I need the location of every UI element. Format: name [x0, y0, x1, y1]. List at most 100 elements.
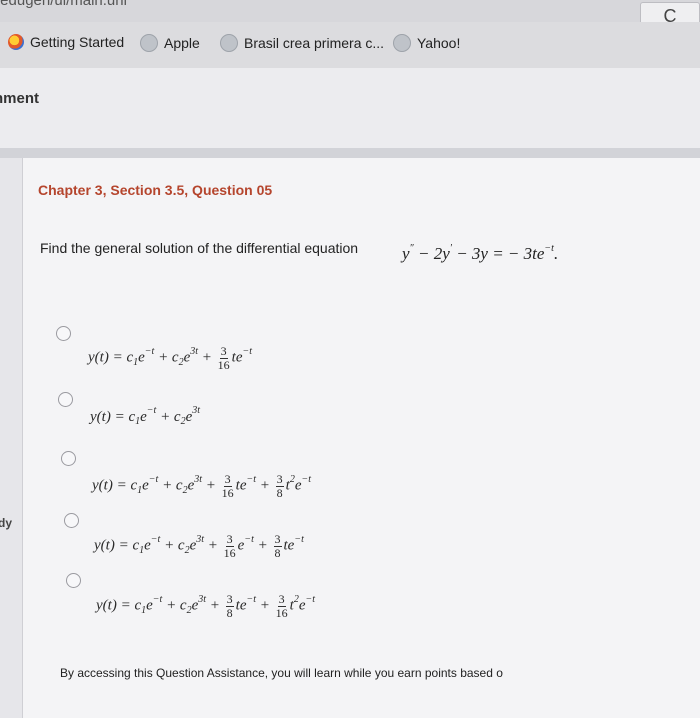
- bookmark-label: Brasil crea primera c...: [244, 35, 385, 51]
- formula-text: e: [140, 409, 147, 425]
- fraction: 38: [275, 472, 284, 500]
- formula-text: +: [204, 537, 222, 554]
- exponent: −t: [305, 593, 316, 605]
- address-bar[interactable]: /edugen/ui/main.uni: [0, 0, 700, 22]
- option-3-formula[interactable]: y(t) = c1e−t + c2e3t + 3 16 te−t + 3 8 t2e−t: [92, 473, 311, 499]
- option-1-formula[interactable]: y(t) = c1e−t + c2e3t + 3 16 te−t: [88, 345, 252, 371]
- exponent: 3t: [194, 473, 203, 485]
- bookmarks-bar: Getting Started Apple Brasil crea primer…: [0, 22, 700, 69]
- eq-exponent: −t: [544, 243, 554, 254]
- option-3-radio[interactable]: [61, 451, 76, 466]
- exponent: −t: [301, 473, 312, 485]
- formula-text: +: [253, 537, 272, 554]
- bookmark-brasil[interactable]: Brasil crea primera c...: [220, 34, 384, 52]
- bookmark-getting-started[interactable]: Getting Started: [8, 34, 124, 50]
- formula-text: y(t) = c: [88, 349, 134, 366]
- exponent: −t: [246, 593, 257, 605]
- fraction: 3 16: [222, 473, 234, 499]
- bookmark-label: Yahoo!: [417, 35, 461, 51]
- question-prompt: Find the general solution of the differe…: [40, 240, 359, 256]
- fraction: 3 16: [276, 593, 288, 619]
- formula-text: +: [206, 597, 224, 614]
- formula-text: +: [202, 477, 220, 494]
- question-title: Chapter 3, Section 3.5, Question 05: [38, 182, 273, 198]
- globe-icon: [393, 34, 411, 52]
- exponent: 3t: [198, 593, 207, 605]
- exponent: 3t: [190, 345, 199, 357]
- exponent: −t: [244, 533, 254, 545]
- subscript: 1: [141, 604, 147, 616]
- formula-text: + c: [156, 409, 181, 425]
- exponent: −t: [152, 593, 163, 605]
- formula-text: te: [235, 477, 247, 494]
- option-4-radio[interactable]: [64, 513, 79, 528]
- formula-text: y(t) = c: [96, 597, 142, 614]
- exponent: −t: [242, 345, 253, 357]
- exponent: 3t: [192, 405, 201, 416]
- fraction: 38: [273, 533, 282, 560]
- numerator: 3: [277, 592, 286, 607]
- denominator: 8: [274, 545, 281, 560]
- numerator: 3: [275, 472, 284, 487]
- exponent: −t: [294, 533, 304, 545]
- subscript: 2: [186, 604, 192, 616]
- numerator: 3: [225, 592, 234, 607]
- fraction: 38: [225, 592, 234, 619]
- formula-text: e: [142, 477, 149, 494]
- fraction: 3 16: [218, 345, 230, 371]
- exponent: 2: [289, 473, 295, 485]
- exponent: 2: [293, 593, 299, 605]
- subscript: 2: [178, 356, 184, 368]
- option-1-radio[interactable]: [56, 326, 71, 341]
- denominator: 8: [276, 485, 283, 500]
- eq-term: − 3y = − 3te: [456, 244, 545, 263]
- formula-text: te: [231, 349, 243, 366]
- subscript: 2: [184, 544, 190, 556]
- formula-text: e: [298, 597, 306, 614]
- formula-text: +: [198, 349, 216, 366]
- exponent: −t: [246, 473, 257, 485]
- firefox-icon: [8, 34, 24, 50]
- numerator: 3: [223, 472, 232, 487]
- subscript: 1: [137, 484, 143, 496]
- denominator: 16: [223, 545, 236, 560]
- formula-text: y(t) = c: [92, 477, 138, 494]
- option-2-formula[interactable]: y(t) = c1e−t + c2e3t: [90, 406, 200, 427]
- formula-text: e: [294, 477, 302, 494]
- numerator: 3: [219, 344, 228, 359]
- formula-text: y(t) = c: [90, 409, 136, 425]
- formula-text: + c: [154, 349, 179, 366]
- formula-text: te: [283, 537, 295, 554]
- exponent: −t: [148, 473, 159, 485]
- formula-text: e: [144, 537, 151, 554]
- subscript: 1: [139, 544, 145, 556]
- eq-end: .: [553, 244, 559, 263]
- denominator: 16: [221, 485, 234, 500]
- bookmark-label: Getting Started: [30, 34, 125, 50]
- denominator: 16: [217, 357, 230, 372]
- eq-term: − 2y: [417, 244, 450, 263]
- formula-text: + c: [158, 477, 183, 494]
- formula-text: e: [138, 349, 145, 366]
- bookmark-yahoo[interactable]: Yahoo!: [393, 34, 460, 52]
- eq-prime: ′: [449, 243, 452, 254]
- bookmark-apple[interactable]: Apple: [140, 34, 200, 52]
- numerator: 3: [225, 532, 234, 547]
- exponent: −t: [150, 533, 161, 545]
- denominator: 16: [275, 605, 288, 620]
- side-nav-label[interactable]: dy: [0, 516, 12, 530]
- app-header: [0, 68, 700, 148]
- formula-text: +: [256, 477, 274, 494]
- assignment-title: nment: [0, 90, 39, 107]
- formula-text: + c: [162, 597, 187, 614]
- formula-text: +: [256, 597, 274, 614]
- option-4-formula[interactable]: y(t) = c1e−t + c2e3t + 3 16 e−t + 3 8 te−t: [94, 533, 304, 559]
- option-5-formula[interactable]: y(t) = c1e−t + c2e3t + 3 8 te−t + 3 16 t2e−t: [96, 593, 315, 619]
- globe-icon: [140, 34, 158, 52]
- option-5-radio[interactable]: [66, 573, 81, 588]
- formula-text: + c: [160, 537, 185, 554]
- option-2-radio[interactable]: [58, 392, 73, 407]
- eq-term: y: [402, 244, 410, 263]
- eq-prime: ″: [409, 243, 414, 254]
- question-assistance-notice: By accessing this Question Assistance, y…: [60, 666, 503, 680]
